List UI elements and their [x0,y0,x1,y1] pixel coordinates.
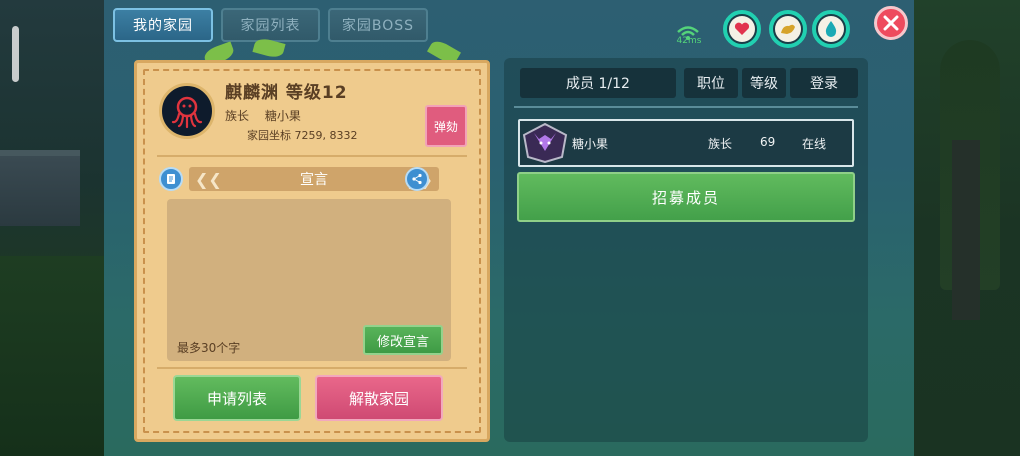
game-screen: 我的家园 家园列表 家园BOSS 42ms 麒麟渊 等级12 族长 糖小果 家园… [0,0,1020,456]
heart-icon [734,22,750,35]
octopus-icon [171,96,203,129]
share-icon [412,173,422,185]
close-icon [883,15,899,31]
disband-family-button[interactable]: 解散家园 [315,375,443,421]
member-count-header[interactable]: 成员 1/12 [520,68,676,98]
family-coordinates: 家园坐标 7259, 8332 [247,129,358,142]
health-stat[interactable] [723,10,761,48]
declaration-title: 宣言 [300,172,328,188]
divider [157,367,467,369]
background-house [0,150,80,226]
level-header[interactable]: 等级 [742,68,786,98]
recruit-members-button[interactable]: 招募成员 [517,172,855,222]
declaration-header: ❮❮ 宣言 ❯❯ [189,167,439,191]
background-grass [0,256,104,456]
divider [157,155,467,157]
member-name: 糖小果 [572,137,609,151]
member-row[interactable]: 糖小果 族长 69 在线 [518,119,854,167]
leader-label: 族长 [225,109,250,123]
strength-stat[interactable] [769,10,807,48]
family-title: 麒麟渊 等级12 [225,83,348,103]
member-role: 族长 [708,137,733,151]
member-status: 在线 [802,137,827,151]
leader-name: 糖小果 [264,109,301,123]
leader-row: 族长 糖小果 [225,107,313,124]
edit-declaration-button[interactable]: 修改宣言 [363,325,443,355]
background-right-scenery [914,0,1020,456]
background-tree-trunk [952,140,980,320]
tab-family-list[interactable]: 家园列表 [221,8,320,42]
header-divider [514,106,858,108]
arm-icon [781,24,795,34]
water-drop-icon [825,21,837,37]
ornament-left-icon: ❮❮ [195,170,222,189]
network-latency: 42ms [676,36,702,46]
family-info-card: 麒麟渊 等级12 族长 糖小果 家园坐标 7259, 8332 弹劾 ❮❮ 宣言… [134,60,490,442]
share-button[interactable] [405,167,429,191]
side-drawer-handle[interactable] [12,26,19,82]
document-icon [167,174,175,184]
member-level: 69 [760,135,776,149]
tab-my-family[interactable]: 我的家园 [113,8,213,42]
apply-list-button[interactable]: 申请列表 [173,375,301,421]
login-header[interactable]: 登录 [790,68,858,98]
impeach-button[interactable]: 弹劾 [425,105,467,147]
wolf-badge-icon [522,123,568,163]
background-left-scenery [0,0,104,456]
family-emblem [159,83,215,139]
role-header[interactable]: 职位 [684,68,738,98]
tab-family-boss[interactable]: 家园BOSS [328,8,428,42]
family-window: 我的家园 家园列表 家园BOSS 42ms 麒麟渊 等级12 族长 糖小果 家园… [104,0,914,456]
water-stat[interactable] [812,10,850,48]
notes-button[interactable] [159,167,183,191]
member-panel: 成员 1/12 职位 等级 登录 糖小果 族长 69 在线 招募成员 [504,58,868,442]
declaration-hint: 最多30个字 [177,341,241,355]
close-button[interactable] [874,6,908,40]
